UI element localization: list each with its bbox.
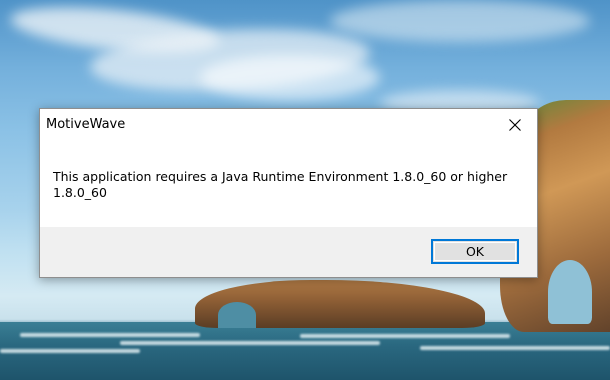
dialog-title: MotiveWave: [46, 117, 126, 132]
wallpaper-cliff-opening: [548, 260, 592, 324]
desktop-wallpaper: MotiveWave This application requires a J…: [0, 0, 610, 380]
wallpaper-rock-opening: [218, 302, 256, 328]
wallpaper-wave: [20, 333, 200, 337]
close-button[interactable]: [493, 109, 537, 140]
dialog-button-bar: OK: [40, 227, 537, 277]
dialog-titlebar[interactable]: MotiveWave: [40, 109, 537, 141]
wallpaper-wave: [0, 349, 140, 353]
wallpaper-wave: [300, 334, 510, 338]
close-icon: [509, 118, 521, 131]
dialog-body: This application requires a Java Runtime…: [40, 141, 537, 227]
wallpaper-wave: [120, 341, 380, 345]
ok-button[interactable]: OK: [431, 239, 519, 264]
error-dialog: MotiveWave This application requires a J…: [39, 108, 538, 278]
wallpaper-cloud: [200, 55, 380, 100]
wallpaper-wave: [420, 346, 610, 350]
wallpaper-cloud: [330, 0, 590, 42]
dialog-message: This application requires a Java Runtime…: [53, 169, 508, 200]
